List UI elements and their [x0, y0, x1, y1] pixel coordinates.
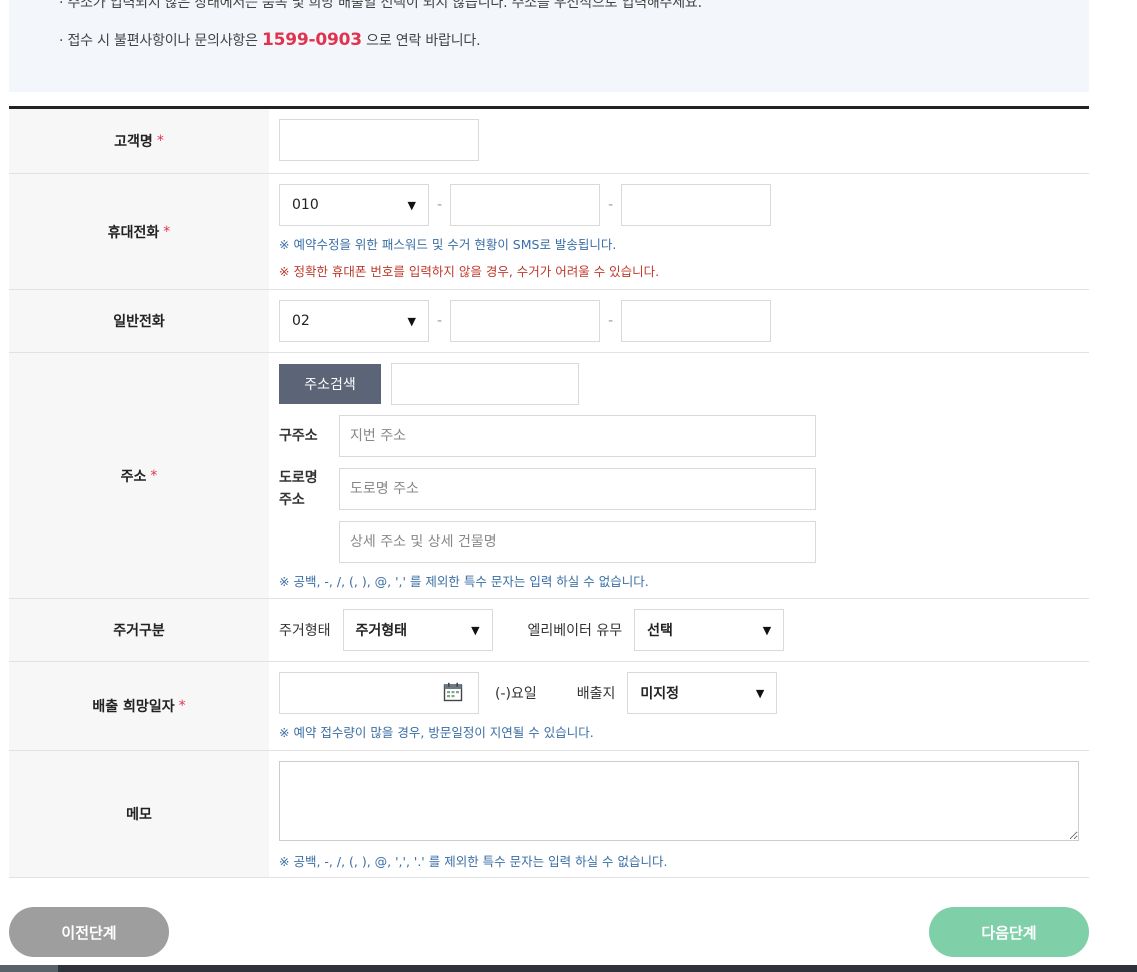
contact-phone: 1599-0903 — [262, 30, 362, 50]
disposal-place-select[interactable]: 미지정 ▼ — [627, 672, 778, 714]
label-text: 주거구분 — [113, 623, 165, 639]
notice-box: · 주소가 입력되지 않은 상태에서는 품목 및 희망 배출일 선택이 되지 않… — [9, 0, 1089, 92]
mobile-mid-input[interactable] — [450, 184, 601, 226]
required-mark: * — [150, 467, 158, 484]
phone-last-input[interactable] — [621, 300, 772, 342]
notice-line-2-suffix: 으로 연락 바랍니다. — [361, 33, 481, 49]
select-value: 주거형태 — [355, 623, 408, 639]
select-value: 02 — [292, 313, 310, 329]
old-address-label: 구주소 — [279, 428, 318, 444]
elevator-label: 엘리베이터 유무 — [527, 623, 623, 639]
mobile-last-input[interactable] — [621, 184, 772, 226]
notice-line-2: · 접수 시 불편사항이나 문의사항은 1599-0903 으로 연락 바랍니다… — [59, 30, 481, 50]
label-text: 주소 — [120, 468, 147, 485]
label-housing: 주거구분 — [9, 599, 269, 661]
label-text: 휴대전화 — [107, 224, 160, 241]
label-date: 배출 희망일자 * — [9, 662, 269, 750]
dash-separator: - — [437, 313, 443, 329]
memo-textarea[interactable] — [279, 761, 1079, 841]
label-text: 일반전화 — [113, 314, 165, 330]
dash-separator: - — [608, 197, 614, 213]
footer-bar — [0, 965, 1137, 972]
prev-step-button[interactable]: 이전단계 — [9, 907, 169, 957]
label-phone: 일반전화 — [9, 290, 269, 352]
row-date: 배출 희망일자 * (-)요일 배출지 미지정 ▼ ※ 예약 접수량이 많을 경… — [9, 662, 1089, 751]
required-mark: * — [178, 698, 186, 714]
phone-mid-input[interactable] — [450, 300, 601, 342]
housing-type-label: 주거형태 — [279, 623, 331, 639]
memo-note: ※ 공백, -, /, (, ), @, ',', '.' 를 제외한 특수 문… — [279, 854, 668, 869]
label-text: 배출 희망일자 — [92, 699, 175, 715]
notice-line-2-prefix: · 접수 시 불편사항이나 문의사항은 — [59, 33, 263, 49]
mobile-note-sms: ※ 예약수정을 위한 패스워드 및 수거 현황이 SMS로 발송됩니다. — [279, 237, 617, 252]
required-mark: * — [163, 223, 171, 240]
select-value: 선택 — [647, 623, 673, 639]
phone-prefix-select[interactable]: 02 ▼ — [279, 300, 429, 342]
elevator-select[interactable]: 선택 ▼ — [634, 609, 785, 651]
next-step-button[interactable]: 다음단계 — [929, 907, 1089, 957]
mobile-prefix-select[interactable]: 010 ▼ — [279, 184, 429, 226]
select-value: 010 — [292, 197, 319, 213]
label-text: 고객명 — [114, 134, 153, 150]
detail-address-input[interactable] — [339, 521, 816, 563]
row-memo: 메모 ※ 공백, -, /, (, ), @, ',', '.' 를 제외한 특… — [9, 751, 1089, 878]
label-address: 주소 * — [9, 353, 269, 598]
label-customer: 고객명 * — [9, 109, 269, 173]
label-mobile: 휴대전화 * — [9, 174, 269, 289]
chevron-down-icon: ▼ — [471, 623, 480, 637]
row-address: 주소* 주소검색 구주소 도로명주소 ※ 공백, -, /, (, ), @, … — [9, 353, 1089, 599]
select-value: 미지정 — [640, 686, 680, 702]
mobile-note-warning: ※ 정확한 휴대폰 번호를 입력하지 않을 경우, 수거가 어려울 수 있습니다… — [279, 264, 660, 279]
required-mark: * — [156, 133, 164, 149]
notice-line-1: · 주소가 입력되지 않은 상태에서는 품목 및 희망 배출일 선택이 되지 않… — [59, 0, 702, 11]
chevron-down-icon: ▼ — [755, 686, 765, 700]
dash-separator: - — [437, 197, 443, 213]
date-note: ※ 예약 접수량이 많을 경우, 방문일정이 지연될 수 있습니다. — [279, 725, 594, 740]
footer-bar-segment — [0, 965, 58, 972]
address-note: ※ 공백, -, /, (, ), @, ',' 를 제외한 특수 문자는 입력… — [279, 574, 649, 589]
road-label-line-2: 주소 — [279, 492, 305, 508]
road-address-input[interactable] — [339, 468, 816, 510]
address-search-button[interactable]: 주소검색 — [279, 364, 381, 404]
date-field — [279, 672, 479, 714]
chevron-down-icon: ▼ — [762, 623, 772, 637]
disposal-place-label: 배출지 — [576, 686, 616, 702]
row-phone: 일반전화 02 ▼ - - — [9, 290, 1089, 353]
row-housing: 주거구분 주거형태 주거형태 ▼ 엘리베이터 유무 선택 ▼ — [9, 599, 1089, 662]
dash-separator: - — [608, 313, 614, 329]
housing-type-select[interactable]: 주거형태 ▼ — [342, 609, 493, 651]
row-customer: 고객명 * — [9, 109, 1089, 174]
customer-name-input[interactable] — [279, 119, 479, 161]
label-text: 메모 — [126, 807, 152, 823]
chevron-down-icon: ▼ — [407, 198, 416, 212]
old-address-input[interactable] — [339, 415, 816, 457]
label-memo: 메모 — [9, 751, 269, 877]
chevron-down-icon: ▼ — [407, 314, 416, 328]
calendar-icon[interactable] — [443, 682, 463, 702]
road-label-line-1: 도로명 — [279, 470, 318, 486]
road-address-label: 도로명주소 — [279, 467, 339, 511]
row-mobile: 휴대전화 * 010 ▼ - - ※ 예약수정을 위한 패스워드 및 수거 현황이 … — [9, 174, 1089, 290]
reservation-form: 고객명 * 휴대전화 * 010 ▼ - - ※ 예약수정을 위한 패스워드 및 수거… — [9, 106, 1089, 878]
zipcode-input[interactable] — [391, 363, 579, 405]
weekday-label: (-)요일 — [495, 686, 537, 702]
